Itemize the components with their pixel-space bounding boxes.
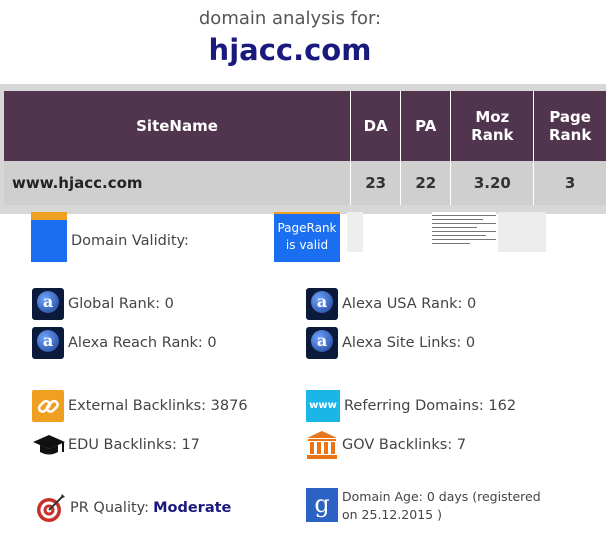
col-sitename: SiteName: [4, 91, 352, 161]
edu-backlinks-text: EDU Backlinks: 17: [68, 437, 200, 453]
site-thumbnail: [432, 212, 496, 254]
domain-validity-row: Domain Validity:: [31, 220, 189, 262]
col-pa: PA: [400, 91, 452, 161]
government-building-icon: [306, 429, 338, 461]
pr-quality-row: PR Quality: Moderate: [34, 492, 231, 524]
link-icon: [32, 390, 64, 422]
validity-icon-strip: [31, 212, 67, 220]
preview-gap: [347, 212, 363, 252]
alexa-usa-rank-text: Alexa USA Rank: 0: [342, 296, 477, 312]
cell-moz-rank: 3.20: [450, 161, 535, 205]
alexa-reach-rank-row: a Alexa Reach Rank: 0: [32, 327, 217, 359]
gov-backlinks-row: GOV Backlinks: 7: [306, 429, 466, 461]
external-backlinks-text: External Backlinks: 3876: [68, 398, 248, 414]
alexa-icon: a: [306, 288, 338, 320]
external-backlinks-row: External Backlinks: 3876: [32, 390, 248, 422]
pagerank-badge-text: PageRank is valid: [277, 221, 337, 252]
domain-age-text: Domain Age: 0 days (registered on 25.12.…: [342, 489, 541, 522]
validity-icon: [31, 220, 67, 262]
domain-age-row: g Domain Age: 0 days (registered on 25.1…: [306, 488, 556, 524]
www-icon: www: [306, 390, 340, 422]
alexa-site-links-row: a Alexa Site Links: 0: [306, 327, 475, 359]
metrics-table: SiteName DA PA Moz Rank Page Rank www.hjac…: [4, 91, 606, 205]
pagerank-valid-badge: PageRank is valid: [274, 214, 340, 262]
google-icon: g: [306, 488, 338, 522]
alexa-icon: a: [306, 327, 338, 359]
col-page-rank: Page Rank: [533, 91, 606, 161]
pr-quality-value: Moderate: [153, 500, 232, 516]
alexa-site-links-text: Alexa Site Links: 0: [342, 335, 476, 351]
cell-page-rank: 3: [533, 161, 606, 205]
global-rank-text: Global Rank: 0: [68, 296, 174, 312]
analyzed-domain-title: hjacc.com: [208, 33, 372, 67]
referring-domains-text: Referring Domains: 162: [344, 398, 517, 414]
alexa-icon: a: [32, 288, 64, 320]
cell-da: 23: [350, 161, 402, 205]
analysis-caption: domain analysis for:: [198, 8, 382, 29]
edu-backlinks-row: EDU Backlinks: 17: [32, 429, 200, 461]
col-moz-rank: Moz Rank: [450, 91, 535, 161]
alexa-usa-rank-row: a Alexa USA Rank: 0: [306, 288, 476, 320]
table-row: www.hjacc.com 23 22 3.20 3: [4, 161, 606, 205]
graduation-cap-icon: [32, 429, 65, 461]
alexa-reach-rank-text: Alexa Reach Rank: 0: [68, 335, 217, 351]
domain-validity-label: Domain Validity:: [71, 233, 189, 249]
referring-domains-row: www Referring Domains: 162: [306, 390, 516, 422]
target-icon: [34, 492, 66, 524]
alexa-icon: a: [32, 327, 64, 359]
cell-pa: 22: [400, 161, 452, 205]
global-rank-row: a Global Rank: 0: [32, 288, 174, 320]
col-da: DA: [350, 91, 402, 161]
pr-quality-label: PR Quality:: [70, 500, 150, 516]
cell-site: www.hjacc.com: [4, 161, 352, 205]
gov-backlinks-text: GOV Backlinks: 7: [342, 437, 467, 453]
site-thumbnail-side: [498, 212, 546, 252]
